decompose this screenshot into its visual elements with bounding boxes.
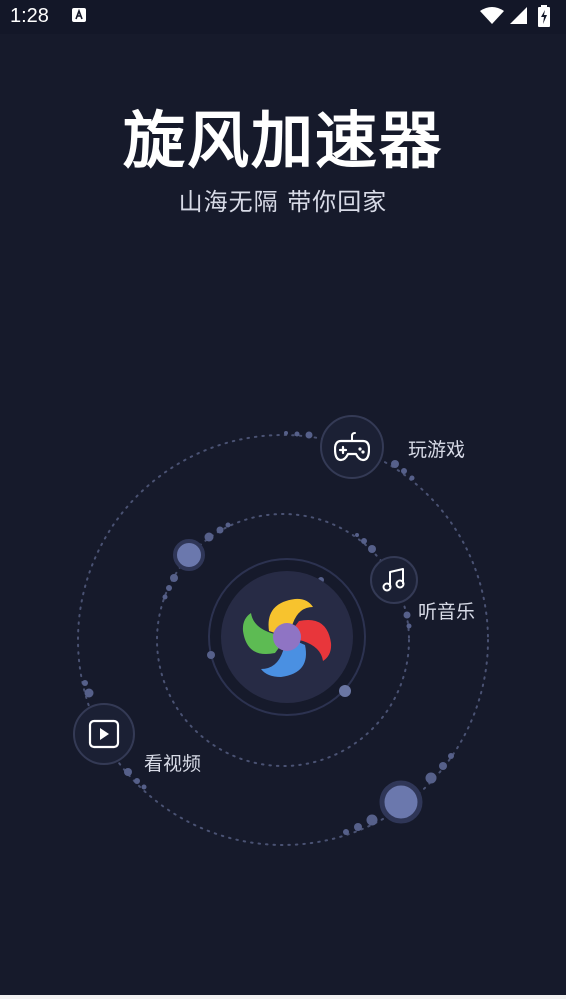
- music-button[interactable]: [370, 556, 418, 604]
- planet-dot-bottom-right: [379, 780, 423, 824]
- navigation-bar: [0, 995, 566, 999]
- planet-dot-top-left: [173, 539, 205, 571]
- music-label: 听音乐: [418, 601, 476, 623]
- gamepad-icon: [334, 432, 370, 462]
- play-video-icon: [88, 719, 120, 749]
- video-label: 看视频: [144, 753, 202, 775]
- orbit-rings: [77, 431, 489, 846]
- app-logo-pinwheel-icon: [242, 598, 332, 677]
- center-connect-button[interactable]: [221, 571, 353, 703]
- game-button[interactable]: [320, 415, 384, 479]
- game-label: 玩游戏: [408, 439, 466, 461]
- video-button[interactable]: [73, 703, 135, 765]
- music-note-icon: [382, 568, 405, 592]
